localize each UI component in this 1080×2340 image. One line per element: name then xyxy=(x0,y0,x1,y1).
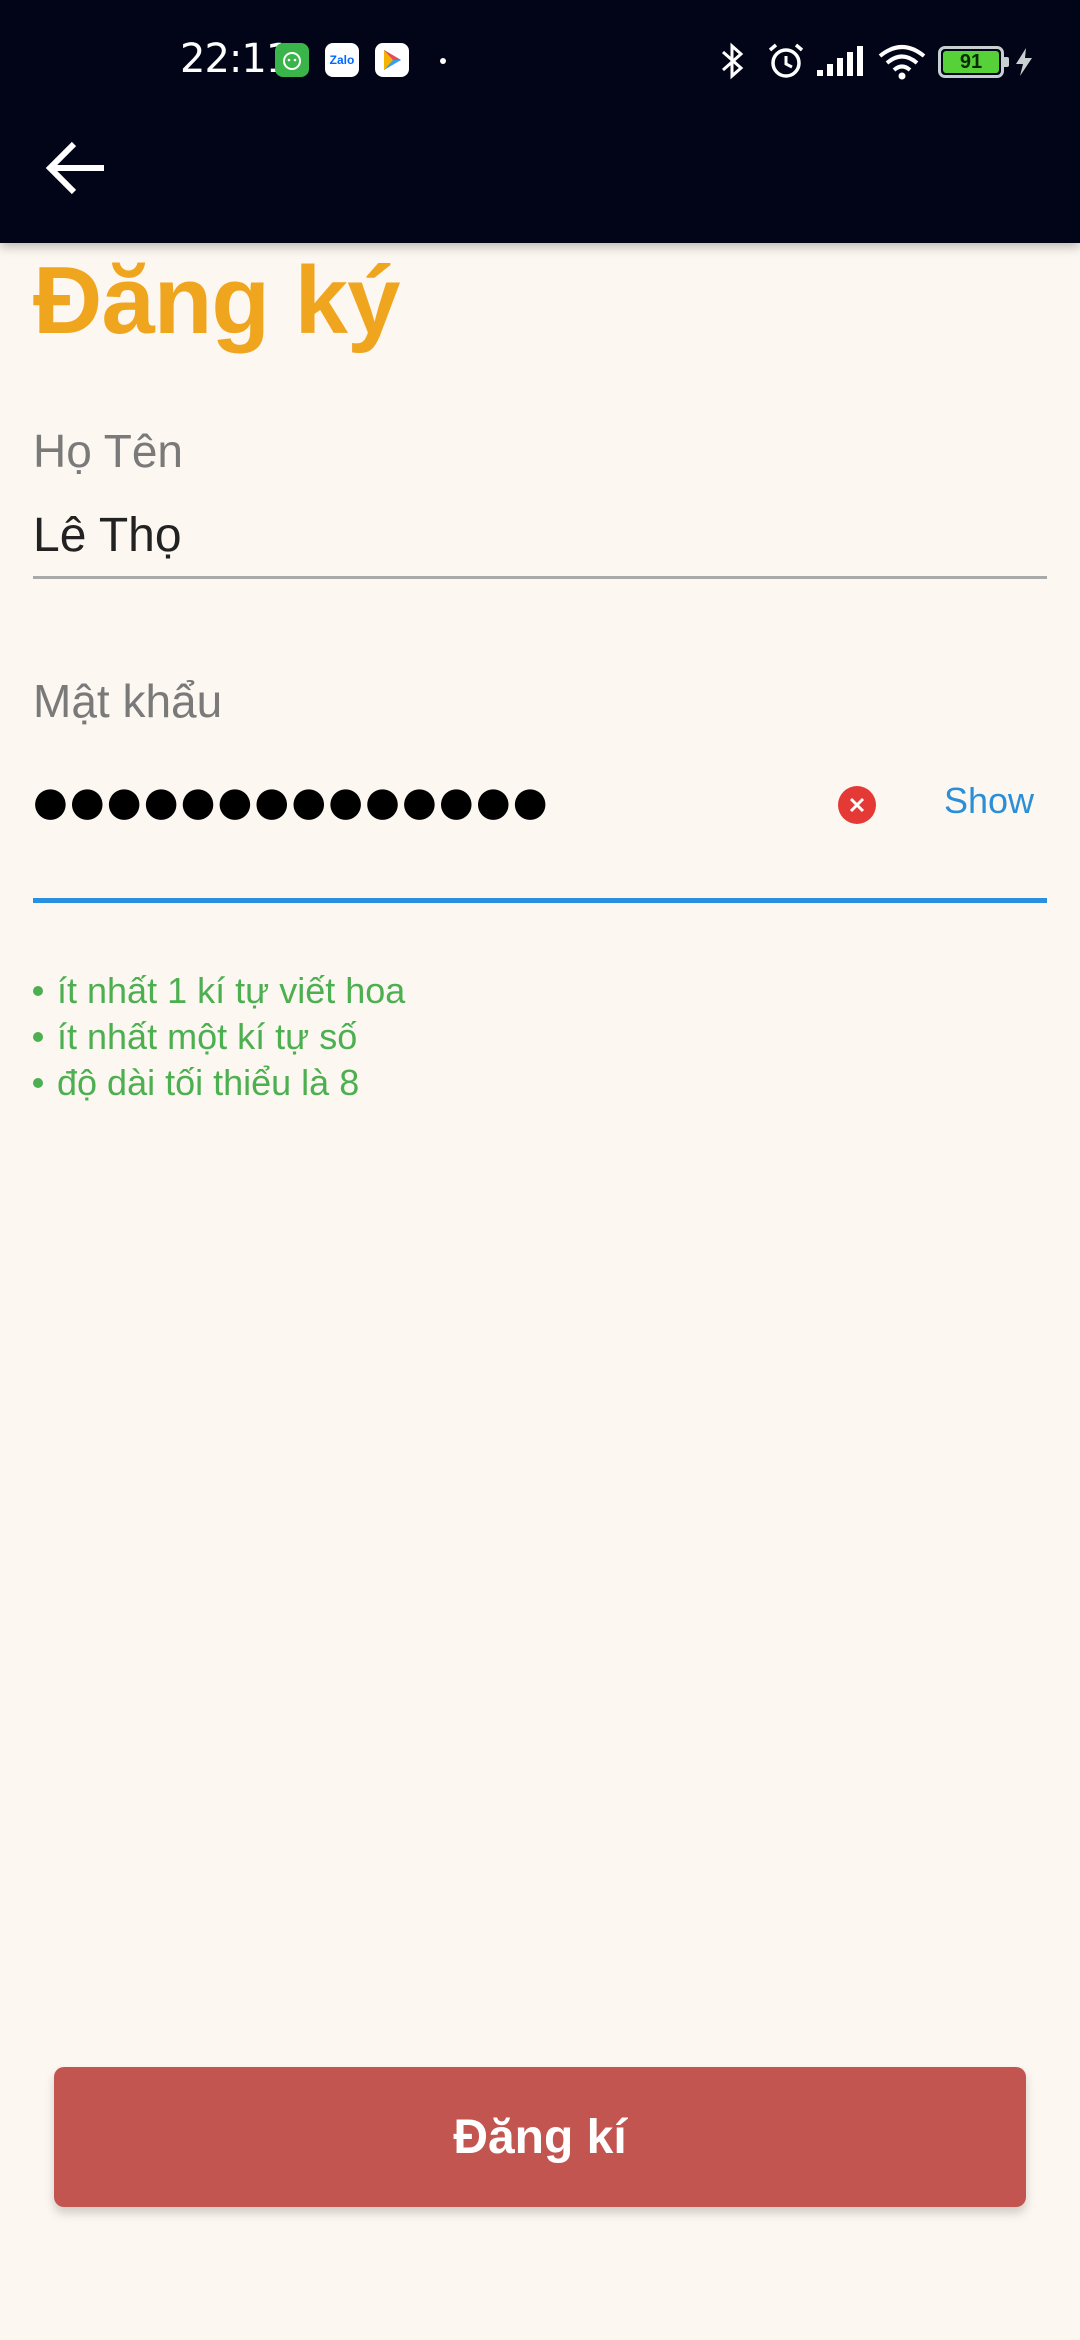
bullet-icon xyxy=(33,1078,43,1088)
clear-password-button[interactable] xyxy=(838,786,876,824)
alarm-icon xyxy=(768,43,804,78)
back-button[interactable] xyxy=(36,128,116,208)
bullet-icon xyxy=(33,1032,43,1042)
password-label: Mật khẩu xyxy=(33,675,223,727)
close-icon xyxy=(849,797,865,813)
name-label: Họ Tên xyxy=(33,425,184,477)
status-time: 22:11 xyxy=(180,36,291,82)
bullet-icon xyxy=(33,986,43,996)
signal-icon xyxy=(817,46,863,76)
zalo-icon: Zalo xyxy=(325,43,359,77)
show-password-button[interactable]: Show xyxy=(944,780,1034,822)
cat-app-icon xyxy=(275,43,309,77)
top-app-bar: 22:11 Zalo 91 xyxy=(0,0,1080,243)
battery-icon: 91 xyxy=(938,46,1009,78)
password-rules: ít nhất 1 kí tự viết hoa ít nhất một kí … xyxy=(33,968,405,1106)
charging-icon xyxy=(1016,48,1032,76)
battery-level: 91 xyxy=(943,51,999,73)
name-underline xyxy=(33,576,1047,579)
more-notifications-dot xyxy=(440,58,446,64)
play-store-icon xyxy=(375,43,409,77)
wifi-icon xyxy=(878,45,926,80)
rule-item: độ dài tối thiểu là 8 xyxy=(33,1060,405,1106)
bluetooth-icon xyxy=(722,42,744,80)
rule-item: ít nhất 1 kí tự viết hoa xyxy=(33,968,405,1014)
arrow-left-icon xyxy=(45,141,104,195)
password-underline-focused xyxy=(33,898,1047,903)
register-button[interactable]: Đăng kí xyxy=(54,2067,1026,2207)
rule-item: ít nhất một kí tự số xyxy=(33,1014,405,1060)
page-title: Đăng ký xyxy=(33,247,400,354)
name-input[interactable] xyxy=(33,490,1047,580)
password-input[interactable]: ●●●●●●●●●●●●●● xyxy=(33,772,550,832)
